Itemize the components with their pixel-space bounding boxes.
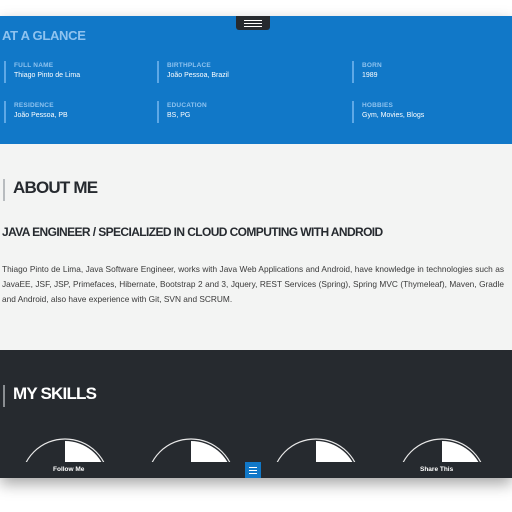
my-skills-section: MY SKILLS	[0, 350, 512, 478]
glance-item-born: BORN 1989	[352, 61, 382, 83]
about-title: ABOUT ME	[13, 178, 98, 197]
glance-item-education: EDUCATION BS, PG	[157, 101, 207, 123]
about-paragraph: Thiago Pinto de Lima, Java Software Engi…	[2, 264, 504, 304]
glance-value: João Pessoa, PB	[14, 112, 68, 119]
section-accent-bar	[3, 179, 5, 201]
share-this-link[interactable]: Share This	[420, 466, 453, 473]
bottom-bar: Follow Me Share This	[0, 462, 512, 478]
glance-item-full-name: FULL NAME Thiago Pinto de Lima	[4, 61, 80, 83]
page-frame: AT A GLANCE FULL NAME Thiago Pinto de Li…	[0, 16, 512, 478]
glance-value: 1989	[362, 72, 378, 79]
at-a-glance-section: AT A GLANCE FULL NAME Thiago Pinto de Li…	[0, 16, 512, 144]
glance-item-hobbies: HOBBIES Gym, Movies, Blogs	[352, 101, 424, 123]
follow-me-link[interactable]: Follow Me	[53, 466, 84, 473]
bottom-menu-button[interactable]	[245, 462, 261, 478]
section-accent-bar	[3, 385, 5, 407]
glance-item-birthplace: BIRTHPLACE João Pessoa, Brazil	[157, 61, 229, 83]
glance-value: BS, PG	[167, 112, 191, 119]
hamburger-icon	[249, 466, 257, 468]
skills-title: MY SKILLS	[13, 384, 97, 403]
about-me-section: ABOUT ME JAVA ENGINEER / SPECIALIZED IN …	[0, 144, 512, 350]
glance-label: BIRTHPLACE	[167, 62, 211, 69]
menu-toggle-button[interactable]	[236, 16, 270, 30]
glance-item-residence: RESIDENCE João Pessoa, PB	[4, 101, 68, 123]
glance-label: EDUCATION	[167, 102, 207, 109]
glance-label: FULL NAME	[14, 62, 54, 69]
about-subtitle: JAVA ENGINEER / SPECIALIZED IN CLOUD COM…	[2, 225, 383, 239]
glance-label: RESIDENCE	[14, 102, 54, 109]
glance-value: Gym, Movies, Blogs	[362, 112, 425, 119]
glance-label: BORN	[362, 62, 382, 69]
hamburger-icon	[244, 19, 262, 21]
glance-label: HOBBIES	[362, 102, 394, 109]
glance-value: Thiago Pinto de Lima	[14, 72, 81, 79]
glance-value: João Pessoa, Brazil	[167, 72, 229, 79]
glance-title: AT A GLANCE	[2, 28, 86, 43]
